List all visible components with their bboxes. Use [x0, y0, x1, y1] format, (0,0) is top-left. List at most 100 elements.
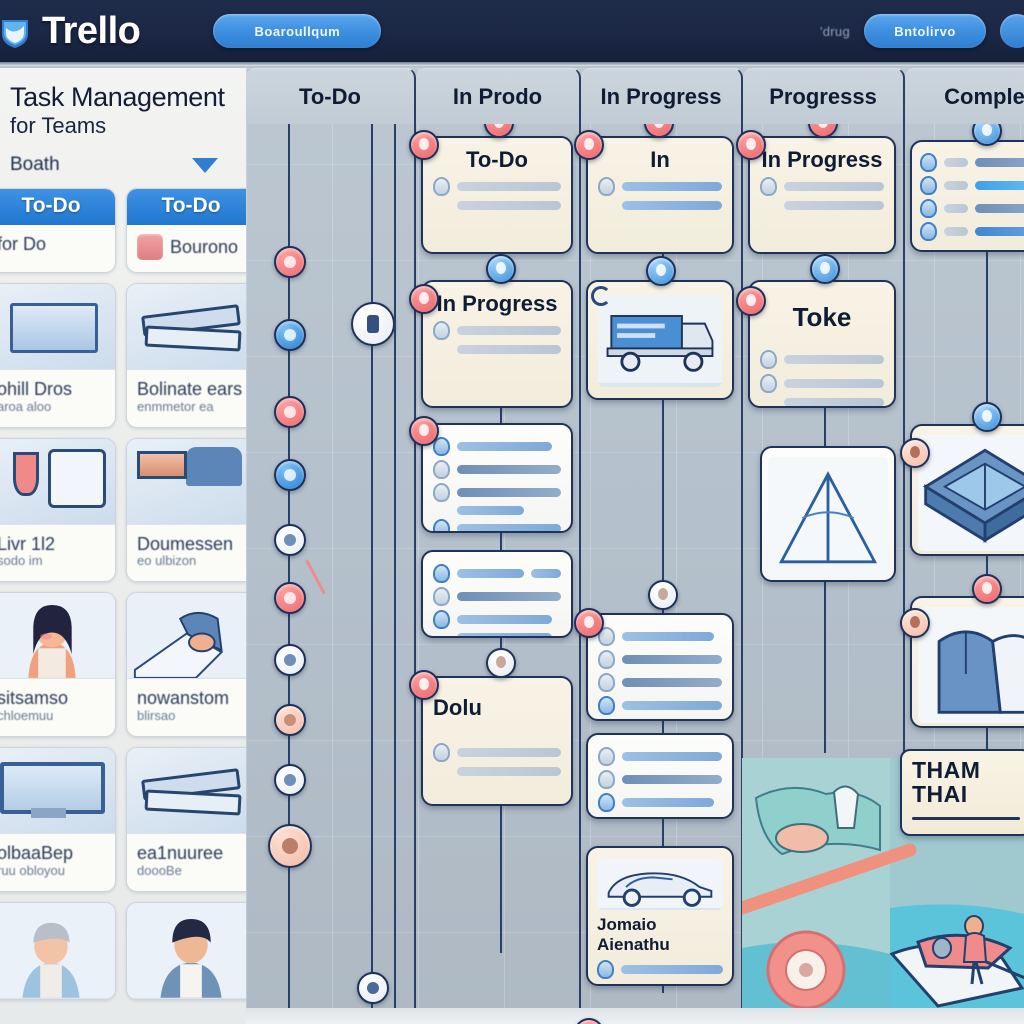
card-pin-badge[interactable] — [972, 402, 1002, 432]
task-card[interactable] — [910, 140, 1024, 252]
pointer-marker-icon — [305, 559, 326, 595]
tab-comple[interactable]: Comple — [905, 68, 1024, 124]
workspace-photo-icon — [127, 593, 246, 679]
sidebar-card[interactable]: olbaaBep ruu obloyou — [0, 747, 116, 892]
task-card[interactable] — [586, 733, 734, 819]
card-pin-badge[interactable] — [486, 648, 516, 678]
task-card-row — [433, 633, 561, 636]
note-rule-divider — [912, 817, 1020, 820]
sidebar-card[interactable]: Livr 1l2 sodo im — [0, 437, 116, 583]
sidebar-card[interactable]: To-Do Bourono — [126, 188, 246, 274]
sidebar-card-subline: aroa aloo — [0, 398, 52, 414]
sidebar-card[interactable]: ea1nuuree doooBe — [126, 747, 246, 892]
timeline-node[interactable] — [274, 246, 306, 278]
task-card[interactable] — [421, 423, 573, 533]
timeline-node[interactable] — [274, 704, 306, 736]
search-button[interactable]: Boaroullqum — [213, 14, 382, 48]
task-card[interactable] — [760, 446, 896, 582]
task-card-row — [433, 437, 561, 456]
card-pin-badge[interactable] — [648, 580, 678, 610]
placeholder-bar — [457, 201, 561, 211]
timeline-node[interactable] — [274, 319, 306, 351]
task-card-title: Toke — [792, 302, 852, 332]
card-pin-badge[interactable] — [736, 130, 766, 160]
card-pin-badge[interactable] — [574, 130, 604, 160]
sidebar-card-line: Bourono — [170, 236, 239, 257]
tab-in-progress[interactable]: In Progress — [581, 68, 743, 124]
card-pin-badge[interactable] — [736, 286, 766, 316]
task-card-meta-row — [433, 321, 561, 341]
card-pin-badge[interactable] — [574, 608, 604, 638]
chevron-down-icon[interactable] — [192, 157, 218, 173]
sidebar-card[interactable]: To-Do for Do — [0, 188, 116, 274]
attachment-icon — [433, 177, 450, 197]
placeholder-bar — [784, 378, 884, 388]
card-pin-badge[interactable] — [972, 574, 1002, 604]
sidebar-card[interactable]: nowanstom blirsao — [126, 592, 246, 737]
card-pin-badge[interactable] — [409, 284, 439, 314]
user-avatar-icon[interactable] — [1000, 14, 1024, 48]
sidebar-card[interactable]: ohill Dros aroa aloo — [0, 283, 116, 428]
sidebar-card-line: nowanstom — [137, 688, 230, 709]
task-card[interactable] — [586, 613, 734, 721]
task-card-meta-row — [433, 345, 561, 355]
sidebar-card[interactable]: Bolinate ears enmmetor ea — [126, 283, 246, 428]
card-pin-badge[interactable] — [486, 254, 516, 284]
timeline-node[interactable] — [268, 824, 312, 868]
list-icon — [433, 483, 450, 502]
task-card-title: In Progress — [761, 147, 883, 172]
primary-action-button[interactable]: Bntolirvo — [864, 14, 986, 48]
placeholder-bar — [622, 182, 722, 192]
list-icon — [598, 696, 615, 715]
placeholder-bar — [530, 569, 561, 578]
tab-in-prodo[interactable]: In Prodo — [416, 68, 581, 124]
truck-image — [598, 295, 722, 387]
trello-shield-icon[interactable] — [0, 10, 36, 52]
sidebar-card-subline: doooBe — [137, 862, 182, 878]
timeline-node[interactable] — [274, 644, 306, 676]
task-card[interactable]: Toke — [748, 280, 896, 408]
timeline-node[interactable] — [274, 764, 306, 796]
tab-to-do[interactable]: To-Do — [246, 68, 416, 124]
task-card[interactable]: Jomaio Aienathu — [586, 846, 734, 986]
sidebar-card-subline: ruu obloyou — [0, 862, 65, 878]
timeline-node[interactable] — [351, 302, 395, 346]
sidebar-card[interactable] — [126, 901, 246, 1000]
placeholder-bar — [457, 767, 561, 777]
task-card[interactable] — [421, 550, 573, 638]
sidebar-card-body: for Do — [0, 225, 115, 267]
task-card[interactable]: To-Do — [421, 136, 573, 254]
task-card[interactable]: In Progress — [748, 136, 896, 254]
tham-thai-note-card[interactable]: THAM THAI — [900, 749, 1024, 836]
attachment-icon — [598, 177, 615, 197]
timeline-node[interactable] — [274, 459, 306, 491]
placeholder-bar — [975, 227, 1024, 236]
list-icon — [597, 960, 614, 980]
task-card[interactable]: In Progress — [421, 280, 573, 408]
task-card-row — [598, 793, 722, 812]
list-icon — [760, 349, 777, 369]
card-pin-badge[interactable] — [646, 256, 676, 286]
tab-progresss[interactable]: Progresss — [743, 68, 905, 124]
card-pin-badge[interactable] — [409, 670, 439, 700]
task-card-row — [433, 483, 561, 502]
timeline-node[interactable] — [357, 972, 389, 1004]
placeholder-bar — [622, 701, 722, 710]
card-pin-badge[interactable] — [900, 438, 930, 468]
sidebar-card-subline: enmmetor ea — [137, 398, 214, 414]
sidebar-card[interactable]: sitsamso chloemuu — [0, 592, 116, 737]
card-pin-badge[interactable] — [900, 608, 930, 638]
card-pin-badge[interactable] — [409, 130, 439, 160]
task-card[interactable]: In — [586, 136, 734, 254]
card-pin-badge[interactable] — [810, 254, 840, 284]
timeline-node[interactable] — [274, 396, 306, 428]
card-pin-badge[interactable] — [409, 416, 439, 446]
sidebar-filter-row[interactable]: Boath — [10, 154, 236, 176]
card-thumbnail — [127, 284, 246, 371]
sidebar-card[interactable]: Doumessen eo ulbizon — [126, 437, 246, 583]
sidebar-card[interactable] — [0, 901, 116, 1000]
timeline-node[interactable] — [274, 582, 306, 614]
task-card-meta-row — [760, 201, 884, 211]
timeline-node[interactable] — [274, 524, 306, 556]
task-card[interactable]: Dolu — [421, 676, 573, 806]
